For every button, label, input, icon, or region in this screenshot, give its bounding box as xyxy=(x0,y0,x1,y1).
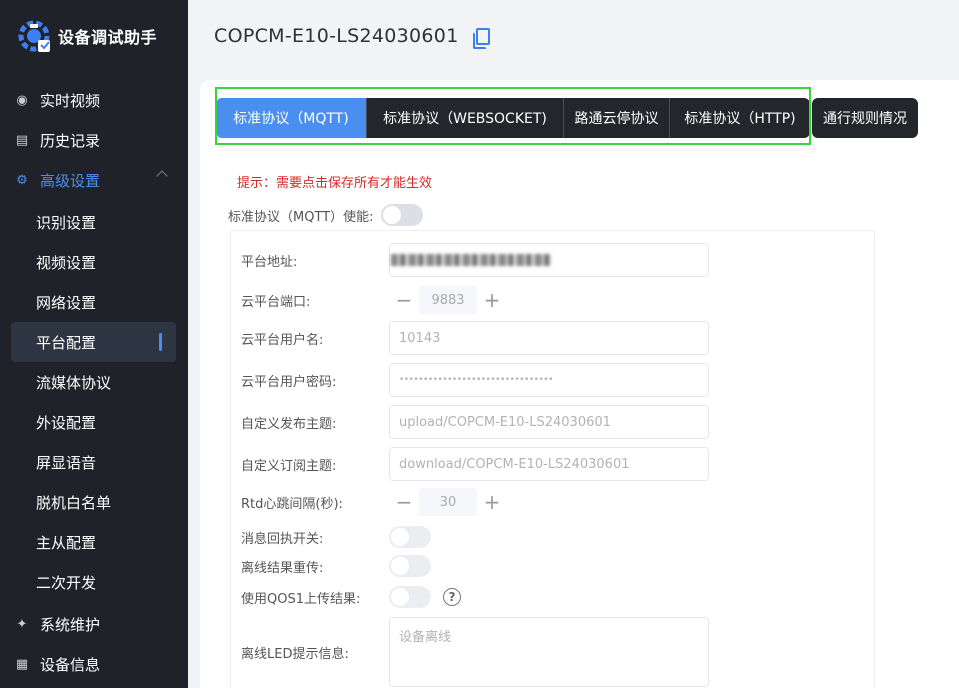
protocol-tabs: 标准协议（MQTT) 标准协议（WEBSOCKET) 路通云停协议 标准协议（H… xyxy=(216,98,918,138)
offline-resend-row: 离线结果重传: xyxy=(241,555,431,577)
save-hint: 提示：需要点击保存所有才能生效 xyxy=(237,176,433,191)
heartbeat-row: Rtd心跳间隔(秒): − 30 + xyxy=(241,488,507,516)
sidebar-item-label: 实时视频 xyxy=(40,91,101,110)
tab-http[interactable]: 标准协议（HTTP) xyxy=(670,98,810,138)
mqtt-form: 平台地址: 云平台端口: − 9883 + 云平台用户名: 10143 云平台用… xyxy=(230,230,875,688)
heartbeat-value[interactable]: 30 xyxy=(419,488,477,516)
active-indicator xyxy=(159,333,162,351)
sidebar-subitem-streaming[interactable]: 流媒体协议 xyxy=(0,362,188,402)
port-label: 云平台端口: xyxy=(241,294,311,310)
subscribe-topic-row: 自定义订阅主题: download/COPCM-E10-LS24030601 xyxy=(241,447,709,481)
offline-led-row: 离线LED提示信息: 设备离线 xyxy=(241,617,709,687)
header: COPCM-E10-LS24030601 xyxy=(188,0,959,72)
port-value[interactable]: 9883 xyxy=(419,286,477,314)
username-row: 云平台用户名: 10143 xyxy=(241,321,709,355)
port-row: 云平台端口: − 9883 + xyxy=(241,286,507,314)
sidebar-item-label: 高级设置 xyxy=(40,171,101,190)
password-row: 云平台用户密码: •••••••••••••••••••••••••••••••… xyxy=(241,363,709,397)
video-icon: ◉ xyxy=(16,92,28,108)
ack-switch[interactable] xyxy=(389,526,431,548)
mqtt-enable-row: 标准协议（MQTT）使能: xyxy=(228,204,424,226)
sidebar-subitem-master-slave[interactable]: 主从配置 xyxy=(0,522,188,562)
history-icon: ▤ xyxy=(15,132,29,148)
heartbeat-decrement-button[interactable]: − xyxy=(389,488,419,516)
mqtt-enable-label: 标准协议（MQTT）使能: xyxy=(228,209,374,225)
app-title: 设备调试助手 xyxy=(58,28,158,47)
sidebar-subitem-secondary-dev[interactable]: 二次开发 xyxy=(0,562,188,602)
password-input[interactable]: •••••••••••••••••••••••••••••••• xyxy=(389,363,709,397)
sidebar-subitem-video[interactable]: 视频设置 xyxy=(0,242,188,282)
sidebar-subitem-peripheral[interactable]: 外设配置 xyxy=(0,402,188,442)
sidebar-item-label: 系统维护 xyxy=(40,615,101,634)
chevron-up-icon xyxy=(156,170,168,182)
sidebar-subitem-offline-whitelist[interactable]: 脱机白名单 xyxy=(0,482,188,522)
gear-icon: ⚙ xyxy=(16,172,28,188)
port-decrement-button[interactable]: − xyxy=(389,286,419,314)
tab-websocket[interactable]: 标准协议（WEBSOCKET) xyxy=(367,98,564,138)
qos1-row: 使用QOS1上传结果: ? xyxy=(241,586,461,608)
heartbeat-increment-button[interactable]: + xyxy=(477,488,507,516)
sidebar-subitem-network[interactable]: 网络设置 xyxy=(0,282,188,322)
sidebar-item-live-video[interactable]: ◉ 实时视频 xyxy=(0,80,188,120)
main-panel: 标准协议（MQTT) 标准协议（WEBSOCKET) 路通云停协议 标准协议（H… xyxy=(200,80,959,688)
platform-address-input[interactable] xyxy=(389,243,709,277)
port-increment-button[interactable]: + xyxy=(477,286,507,314)
offline-led-label: 离线LED提示信息: xyxy=(241,646,349,662)
sidebar-item-label: 设备信息 xyxy=(40,655,101,674)
qos1-switch[interactable] xyxy=(389,586,431,608)
heartbeat-stepper: − 30 + xyxy=(389,488,507,516)
sidebar-subitem-platform[interactable]: 平台配置 xyxy=(11,322,176,362)
app-logo-icon xyxy=(16,18,52,54)
publish-topic-input[interactable]: upload/COPCM-E10-LS24030601 xyxy=(389,405,709,439)
offline-led-textarea[interactable]: 设备离线 xyxy=(389,617,709,687)
sidebar-item-advanced-settings[interactable]: ⚙ 高级设置 xyxy=(0,160,188,200)
sidebar: 设备调试助手 ◉ 实时视频 ▤ 历史记录 ⚙ 高级设置 识别设置 视频设置 网络… xyxy=(0,0,188,688)
info-icon: ▦ xyxy=(15,656,29,672)
username-input[interactable]: 10143 xyxy=(389,321,709,355)
tab-pass-rules[interactable]: 通行规则情况 xyxy=(812,98,918,138)
tab-mqtt[interactable]: 标准协议（MQTT) xyxy=(216,98,367,138)
ack-label: 消息回执开关: xyxy=(241,531,324,547)
subscribe-topic-input[interactable]: download/COPCM-E10-LS24030601 xyxy=(389,447,709,481)
help-icon[interactable]: ? xyxy=(443,588,461,606)
port-stepper: − 9883 + xyxy=(389,286,507,314)
offline-resend-switch[interactable] xyxy=(389,555,431,577)
subscribe-topic-label: 自定义订阅主题: xyxy=(241,458,337,474)
tools-icon: ✦ xyxy=(16,616,28,632)
mqtt-enable-switch[interactable] xyxy=(381,204,424,226)
offline-resend-label: 离线结果重传: xyxy=(241,560,324,576)
copy-icon[interactable] xyxy=(472,27,490,49)
sidebar-subitem-label: 平台配置 xyxy=(36,333,97,352)
ack-row: 消息回执开关: xyxy=(241,526,431,548)
sidebar-item-system-maintenance[interactable]: ✦ 系统维护 xyxy=(0,604,188,644)
tab-lutong-cloud[interactable]: 路通云停协议 xyxy=(564,98,670,138)
publish-topic-label: 自定义发布主题: xyxy=(241,416,337,432)
page-title: COPCM-E10-LS24030601 xyxy=(214,25,459,47)
heartbeat-label: Rtd心跳间隔(秒): xyxy=(241,496,343,512)
platform-address-row: 平台地址: xyxy=(241,243,709,277)
sidebar-item-device-info[interactable]: ▦ 设备信息 xyxy=(0,644,188,684)
username-label: 云平台用户名: xyxy=(241,332,324,348)
platform-address-label: 平台地址: xyxy=(241,254,298,270)
password-label: 云平台用户密码: xyxy=(241,374,337,390)
qos1-label: 使用QOS1上传结果: xyxy=(241,591,361,607)
publish-topic-row: 自定义发布主题: upload/COPCM-E10-LS24030601 xyxy=(241,405,709,439)
sidebar-subitem-recognition[interactable]: 识别设置 xyxy=(0,202,188,242)
sidebar-item-history[interactable]: ▤ 历史记录 xyxy=(0,120,188,160)
redacted-address xyxy=(391,254,551,266)
brand: 设备调试助手 xyxy=(0,0,188,72)
sidebar-subitem-display-voice[interactable]: 屏显语音 xyxy=(0,442,188,482)
sidebar-item-label: 历史记录 xyxy=(40,131,101,150)
